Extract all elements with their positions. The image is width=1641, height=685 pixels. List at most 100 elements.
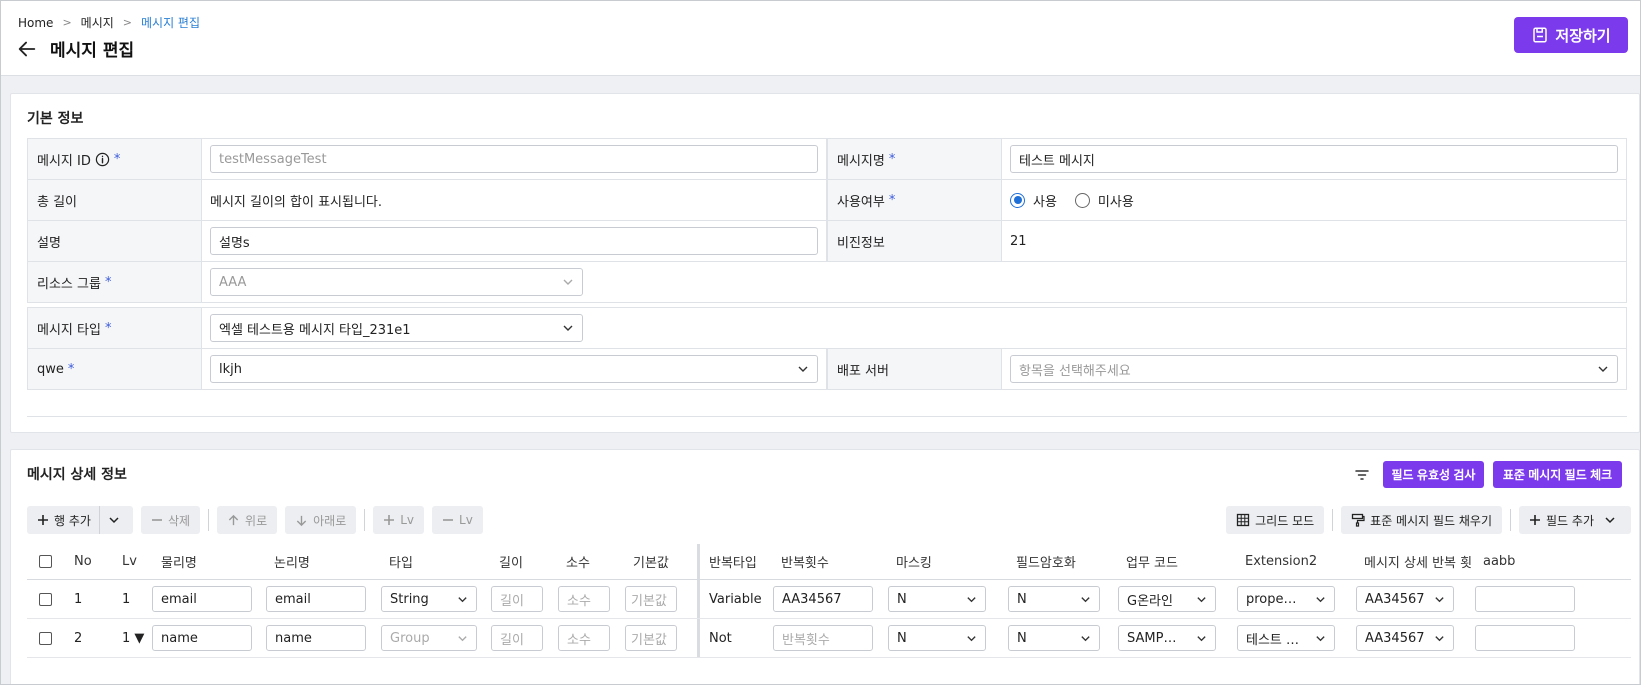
arrow-down-icon [296,515,307,526]
logical-name-input[interactable]: email [266,586,366,612]
detail-repeat-select[interactable]: AA34567 [1356,586,1454,612]
total-length-value: 메시지 길이의 합이 표시됩니다. [210,194,383,210]
arrow-left-icon[interactable] [16,38,38,60]
encryption-select[interactable]: N [1008,586,1100,612]
chevron-down-icon [1605,517,1615,524]
detail-toolbar: 행 추가 삭제 위로 아래로 Lv Lv [27,506,491,534]
breadcrumb-current: 메시지 편집 [141,16,201,30]
breadcrumb-home[interactable]: Home [18,16,53,30]
col-physical-name: 물리명 [161,556,197,571]
grid-header-row: No Lv 물리명 논리명 타입 길이 소수 기본값 반복타입 반복횟수 마스킹… [27,544,1631,580]
masking-select[interactable]: N [888,625,986,651]
message-name-label: 메시지명 * [827,139,1002,179]
delete-button[interactable]: 삭제 [140,506,201,534]
level-up-button[interactable]: Lv [373,506,425,534]
breadcrumb-parent[interactable]: 메시지 [81,14,114,31]
type-select[interactable]: String [381,586,477,612]
info-icon[interactable] [95,152,110,167]
extension2-select[interactable]: 테스트 … [1237,625,1335,651]
chevron-down-icon [458,596,467,602]
chevron-down-icon [1435,635,1444,641]
default-input[interactable]: 기본값 [625,625,677,651]
table-row[interactable]: 2 1 ▼ name name Group 길이 소수 기본값 Not 반복횟수… [27,619,1631,658]
move-up-button[interactable]: 위로 [217,506,278,534]
field-validate-button[interactable]: 필드 유효성 검사 [1383,461,1484,488]
row-lv[interactable]: 1 ▼ [113,631,152,646]
message-type-select[interactable]: 엑셀 테스트용 메시지 타입_231e1 [210,314,583,342]
physical-name-input[interactable]: email [152,586,252,612]
grid-split-handle[interactable] [697,544,700,579]
basic-info-table: 메시지 ID * testMessageTest 메시지명 * 테스트 메시지 총… [27,138,1627,303]
default-input[interactable]: 기본값 [625,586,677,612]
row-lv: 1 [122,591,131,607]
level-down-button[interactable]: Lv [432,506,483,534]
grid-icon [1236,513,1250,527]
length-input[interactable]: 길이 [491,625,543,651]
add-field-button[interactable]: 필드 추가 [1519,506,1631,534]
add-row-button[interactable]: 행 추가 [27,506,133,534]
plus-icon [384,515,395,525]
length-input[interactable]: 길이 [491,586,543,612]
unused-radio-label[interactable]: 미사용 [1098,191,1134,210]
detail-card: 메시지 상세 정보 필드 유효성 검사 표준 메시지 필드 체크 행 추가 삭제 [10,449,1640,684]
chevron-down-icon [1081,596,1090,602]
qwe-select[interactable]: lkjh [210,355,818,383]
select-all-checkbox[interactable] [39,555,52,568]
description-label: 설명 [27,221,202,261]
app-frame: Home > 메시지 > 메시지 편집 메시지 편집 저장하기 기본 정보 메시… [0,0,1641,685]
message-detail-grid: No Lv 물리명 논리명 타입 길이 소수 기본값 반복타입 반복횟수 마스킹… [27,544,1631,658]
row-checkbox[interactable] [39,631,52,645]
physical-name-input[interactable]: name [152,625,252,651]
grid-mode-button[interactable]: 그리드 모드 [1226,506,1325,534]
save-icon [1533,27,1548,43]
repeat-type-value: Variable [709,591,762,607]
move-down-button[interactable]: 아래로 [285,506,357,534]
unused-radio[interactable] [1074,192,1090,208]
col-type: 타입 [389,556,413,571]
resource-group-select[interactable]: AAA [210,268,583,296]
aabb-input[interactable] [1475,625,1575,651]
filter-icon[interactable] [1354,467,1370,483]
col-lv: Lv [122,554,137,569]
qwe-label: qwe * [27,349,202,389]
repeat-count-input[interactable]: 반복횟수 [773,625,873,651]
use-radio[interactable] [1010,192,1025,208]
masking-select[interactable]: N [888,586,986,612]
biz-code-select[interactable]: G온라인 [1118,586,1216,612]
deploy-server-label: 배포 서버 [827,349,1002,389]
page-header: Home > 메시지 > 메시지 편집 메시지 편집 저장하기 [1,1,1640,76]
save-button[interactable]: 저장하기 [1514,17,1628,53]
message-name-input[interactable]: 테스트 메시지 [1010,145,1618,173]
detail-repeat-select[interactable]: AA34567 [1356,625,1454,651]
detail-title: 메시지 상세 정보 [27,467,127,483]
row-checkbox[interactable] [39,592,52,606]
message-type-label: 메시지 타입 * [27,308,202,348]
repeat-count-input[interactable]: AA34567 [773,586,873,612]
type-select[interactable]: Group [381,625,477,651]
table-row[interactable]: 1 1 email email String 길이 소수 기본값 Variabl… [27,580,1631,619]
chevron-down-icon [1316,596,1325,602]
aabb-input[interactable] [1475,586,1575,612]
deploy-server-select[interactable]: 항목을 선택해주세요 [1010,355,1618,383]
chevron-down-icon [563,325,573,331]
detail-right-toolbar: 그리드 모드 표준 메시지 필드 채우기 필드 추가 [1218,506,1631,534]
chevron-down-icon [967,596,976,602]
logical-name-input[interactable]: name [266,625,366,651]
use-flag-radio-group: 사용 미사용 [1010,191,1152,210]
chevron-right-icon: > [122,16,132,29]
chevron-down-icon [1197,596,1206,602]
col-no: No [74,554,92,569]
standard-fill-button[interactable]: 표준 메시지 필드 채우기 [1341,506,1503,534]
decimal-input[interactable]: 소수 [558,586,610,612]
message-id-input[interactable]: testMessageTest [210,145,818,173]
encryption-select[interactable]: N [1008,625,1100,651]
decimal-input[interactable]: 소수 [558,625,610,651]
extension2-select[interactable]: prope… [1237,586,1335,612]
breadcrumb: Home > 메시지 > 메시지 편집 [18,14,200,31]
add-row-dropdown[interactable] [100,506,133,534]
standard-field-check-button[interactable]: 표준 메시지 필드 체크 [1493,461,1622,488]
use-radio-label[interactable]: 사용 [1033,191,1057,210]
biz-code-select[interactable]: SAMP… [1118,625,1216,651]
col-masking: 마스킹 [896,556,932,571]
description-input[interactable]: 설명s [210,227,818,255]
